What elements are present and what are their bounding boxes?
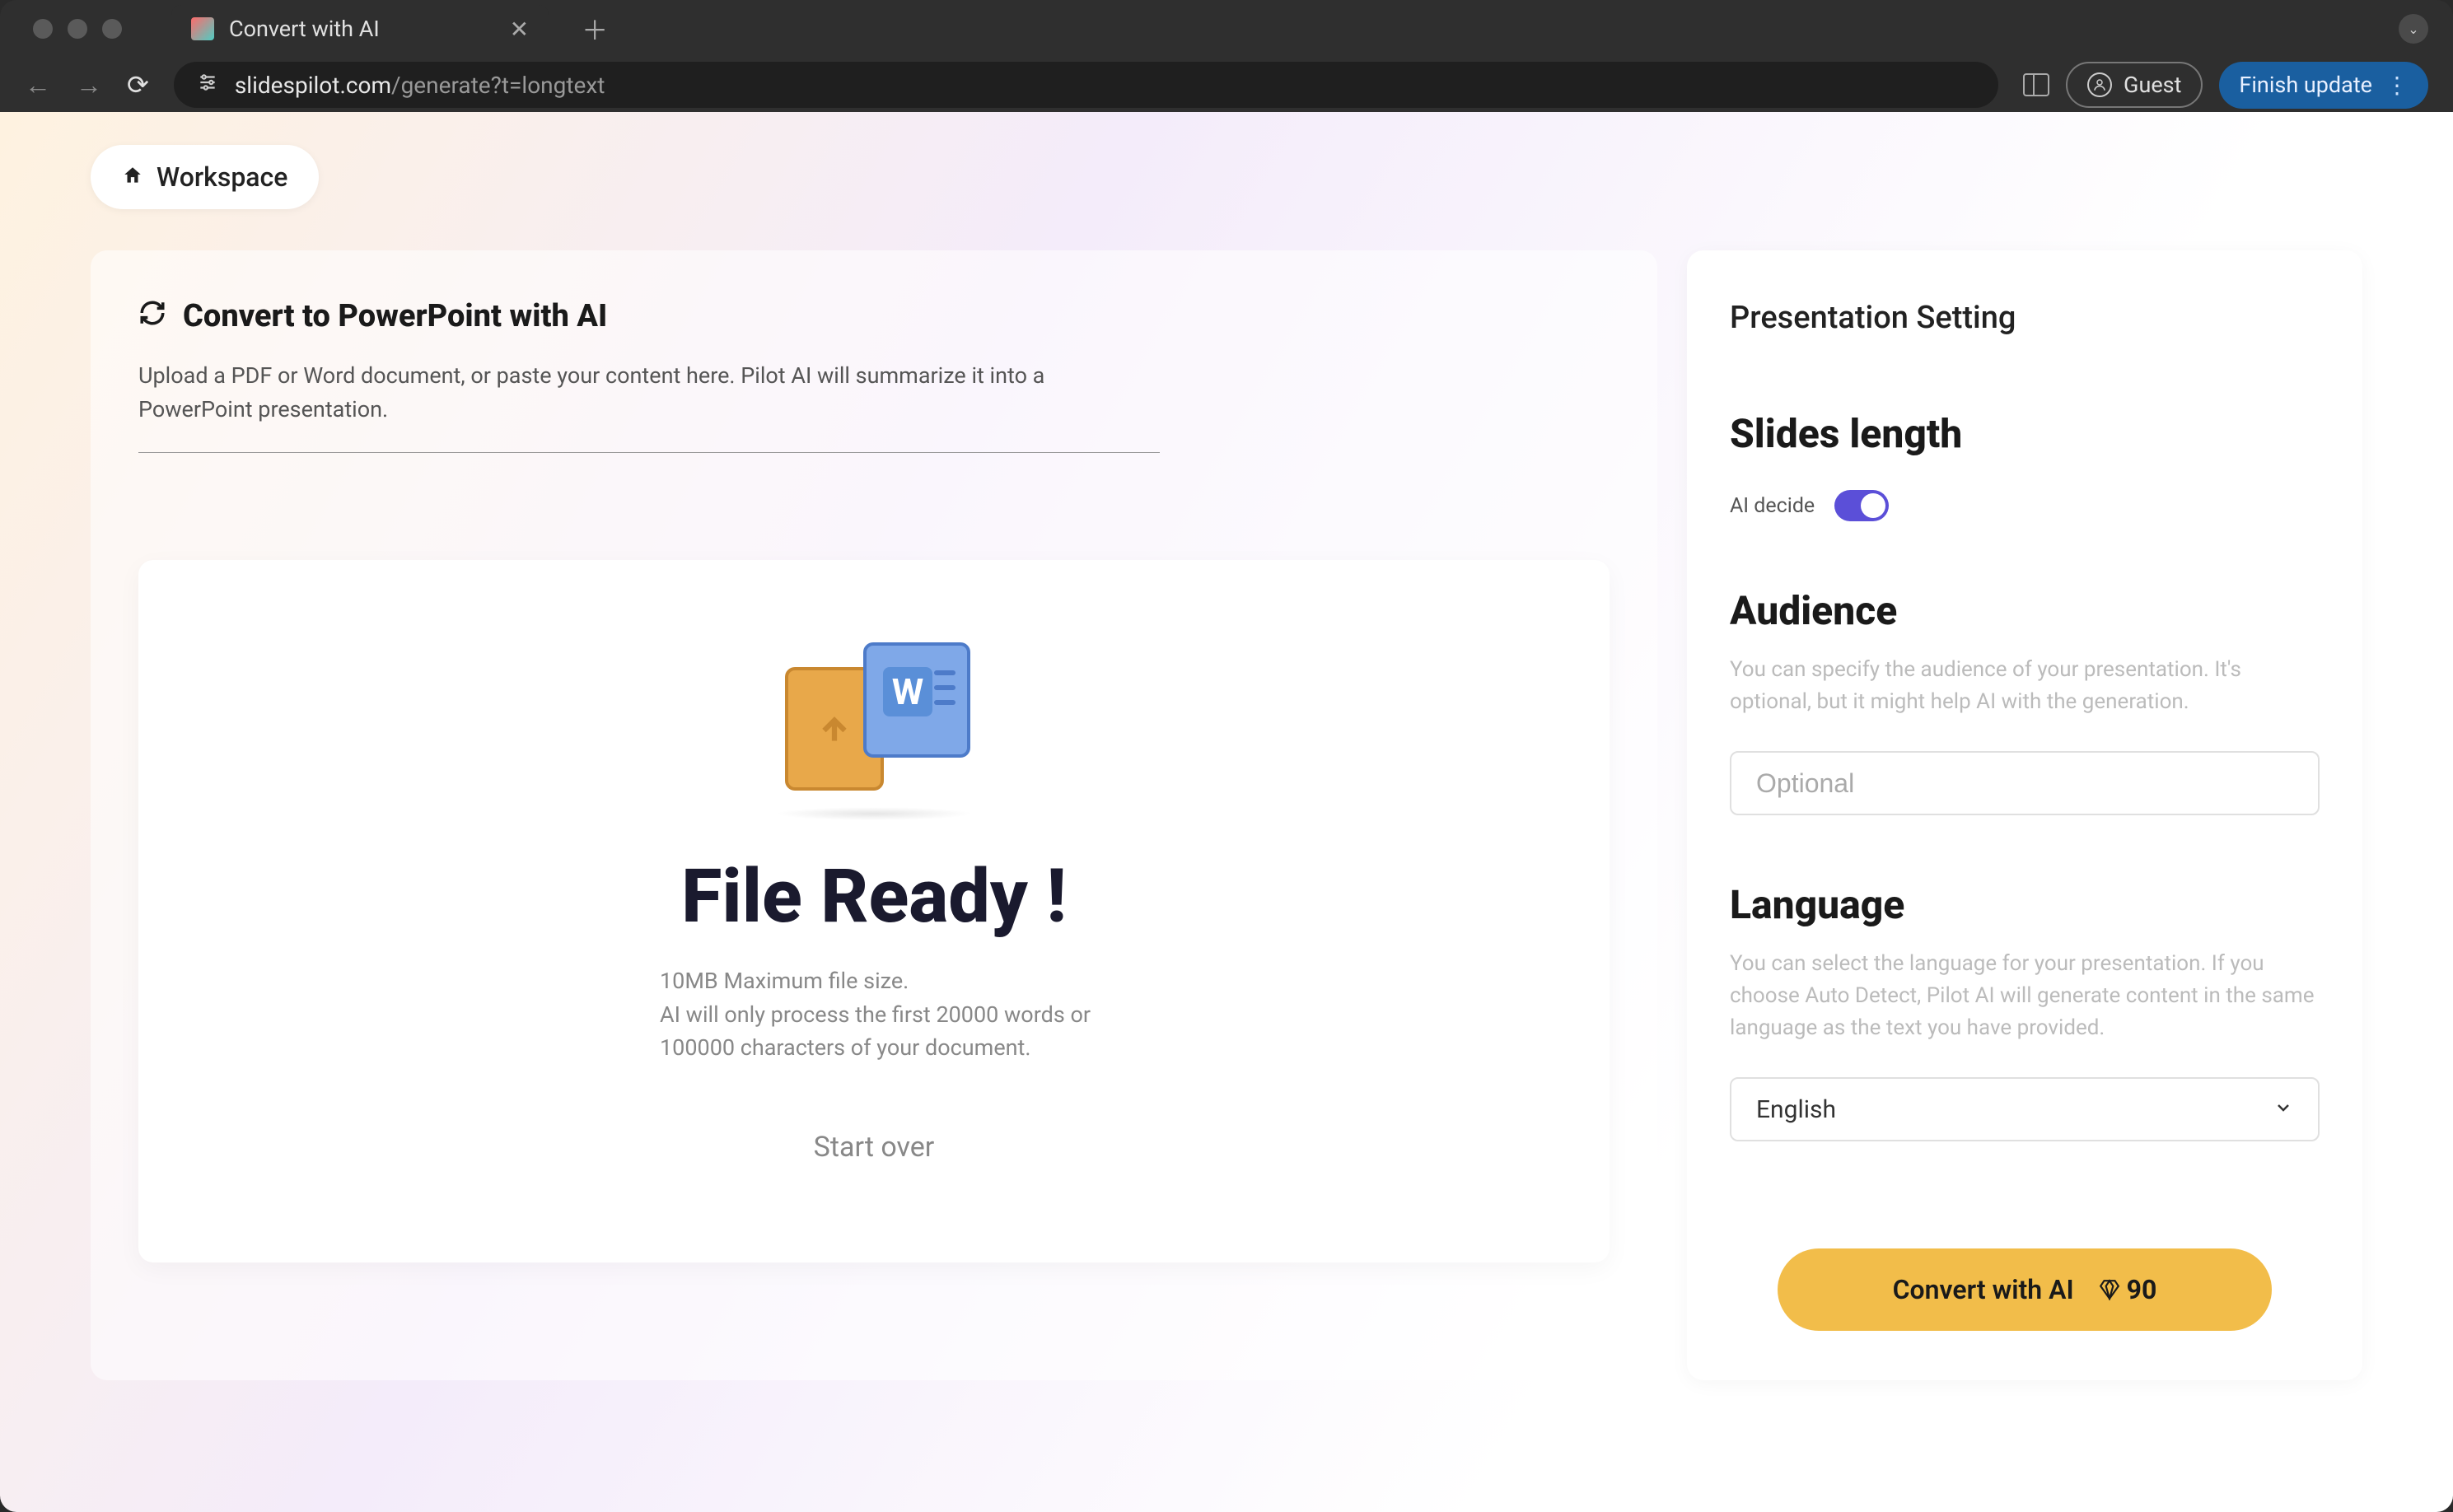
language-heading: Language — [1730, 881, 2320, 928]
user-icon — [2087, 72, 2112, 97]
file-note-1: 10MB Maximum file size. — [660, 964, 1105, 998]
start-over-button[interactable]: Start over — [196, 1131, 1552, 1164]
browser-tab-bar: Convert with AI ✕ ＋ ⌄ — [0, 0, 2453, 58]
panel-header: Convert to PowerPoint with AI — [138, 298, 1610, 334]
word-file-icon: W — [863, 642, 970, 758]
panel-icon[interactable] — [2023, 73, 2049, 96]
profile-label: Guest — [2124, 72, 2181, 98]
close-icon[interactable]: ✕ — [510, 16, 529, 43]
reload-icon[interactable]: ⟳ — [127, 69, 149, 100]
settings-panel: Presentation Setting Slides length AI de… — [1687, 250, 2362, 1380]
tab-title: Convert with AI — [229, 16, 380, 42]
language-description: You can select the language for your pre… — [1730, 948, 2320, 1044]
browser-tab[interactable]: Convert with AI ✕ — [171, 5, 549, 53]
file-note-2: AI will only process the first 20000 wor… — [660, 998, 1105, 1065]
tab-favicon — [191, 17, 214, 40]
credits-value: 90 — [2127, 1274, 2157, 1305]
tabs-dropdown-icon[interactable]: ⌄ — [2399, 14, 2428, 44]
settings-title: Presentation Setting — [1730, 300, 2320, 336]
ai-decide-label: AI decide — [1730, 494, 1815, 518]
page-content: Workspace Convert to PowerPoint with AI … — [0, 112, 2453, 1512]
file-ready-heading: File Ready ! — [196, 853, 1552, 940]
panel-title: Convert to PowerPoint with AI — [183, 298, 607, 334]
back-icon[interactable]: ← — [25, 69, 51, 100]
language-select[interactable]: English — [1730, 1077, 2320, 1141]
panel-description: Upload a PDF or Word document, or paste … — [138, 359, 1160, 453]
home-icon — [122, 161, 143, 193]
new-tab-button[interactable]: ＋ — [582, 10, 608, 48]
ai-decide-row: AI decide — [1730, 490, 2320, 521]
browser-toolbar: ← → ⟳ slidespilot.com/generate?t=longtex… — [0, 58, 2453, 112]
file-icons: W — [196, 634, 1552, 799]
slides-length-heading: Slides length — [1730, 410, 2320, 457]
finish-update-button[interactable]: Finish update ⋮ — [2219, 62, 2428, 109]
window-controls[interactable] — [16, 19, 122, 39]
audience-heading: Audience — [1730, 587, 2320, 634]
icon-shadow — [775, 807, 973, 820]
audience-input[interactable] — [1730, 751, 2320, 815]
site-settings-icon[interactable] — [197, 72, 218, 98]
workspace-button[interactable]: Workspace — [91, 145, 319, 209]
credits-badge: 90 — [2099, 1274, 2157, 1305]
language-selected: English — [1756, 1095, 1836, 1124]
profile-button[interactable]: Guest — [2066, 62, 2203, 108]
convert-icon — [138, 299, 166, 334]
upload-card: W File Ready ! 10MB Maximum file size. A… — [138, 560, 1610, 1262]
menu-icon[interactable]: ⋮ — [2385, 72, 2409, 99]
forward-icon[interactable]: → — [76, 69, 102, 100]
chevron-down-icon — [2273, 1095, 2293, 1124]
convert-button[interactable]: Convert with AI 90 — [1778, 1248, 2272, 1331]
url-text: slidespilot.com/generate?t=longtext — [235, 72, 605, 99]
file-notes: 10MB Maximum file size. AI will only pro… — [643, 964, 1105, 1065]
convert-label: Convert with AI — [1893, 1274, 2074, 1305]
audience-description: You can specify the audience of your pre… — [1730, 654, 2320, 718]
update-label: Finish update — [2239, 72, 2372, 98]
ai-decide-toggle[interactable] — [1834, 490, 1889, 521]
convert-panel: Convert to PowerPoint with AI Upload a P… — [91, 250, 1657, 1380]
workspace-label: Workspace — [157, 161, 287, 193]
url-bar[interactable]: slidespilot.com/generate?t=longtext — [174, 62, 1998, 108]
